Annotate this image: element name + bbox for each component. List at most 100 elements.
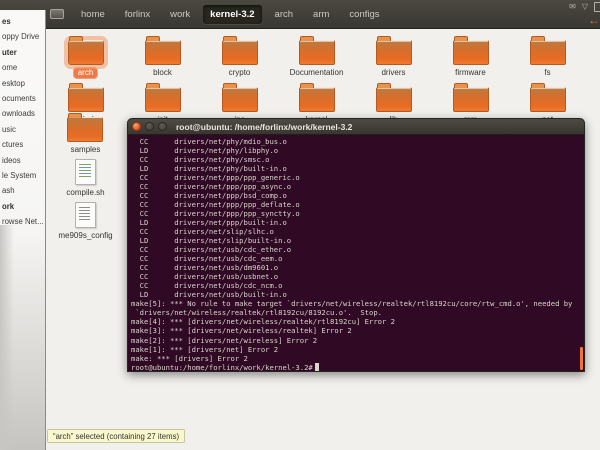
terminal-output-line: make[3]: *** [drivers/net/wireless/realt…	[131, 326, 352, 336]
sidebar-item[interactable]: ideos	[0, 153, 45, 168]
file-item[interactable]: compile.sh	[62, 157, 108, 198]
breadcrumb-item[interactable]: arch	[268, 5, 300, 24]
folder-label: block	[153, 68, 172, 77]
places-sidebar: es oppy Drive uter ome esktop ocuments ownload…	[0, 10, 46, 450]
terminal-output-line: CC drivers/net/phy/mdio_bus.o	[131, 136, 287, 146]
breadcrumb-item[interactable]: configs	[342, 5, 386, 24]
terminal-prompt: root@ubuntu:/home/forlinx/work/kernel-3.…	[131, 362, 313, 372]
terminal-output-line: CC drivers/net/ppp/bsd_comp.o	[131, 190, 287, 200]
terminal-output-line: CC drivers/net/ppp/ppp_deflate.o	[131, 199, 300, 209]
minimize-button[interactable]	[145, 122, 154, 131]
terminal-titlebar[interactable]: root@ubuntu: /home/forlinx/work/kernel-3…	[127, 118, 585, 135]
file-label: me909s_config	[58, 231, 113, 240]
file-label: compile.sh	[66, 188, 105, 197]
folder-icon	[452, 36, 489, 65]
folder-item[interactable]: crypto	[201, 35, 278, 82]
terminal-output-line: CC drivers/net/usb/cdc_ncm.o	[131, 281, 283, 291]
folder-item[interactable]: block	[124, 35, 201, 82]
folder-icon	[375, 83, 412, 112]
terminal-output-line: LD drivers/net/phy/libphy.o	[131, 145, 279, 155]
terminal-output-line: make[4]: *** [drivers/net/wireless/realt…	[131, 317, 395, 327]
path-toolbar: home forlinx work kernel-3.2 arch arm configs …	[0, 0, 600, 29]
sidebar-item[interactable]: rowse Net...	[0, 214, 45, 229]
file-item[interactable]: me909s_config	[54, 200, 116, 241]
terminal-output-line: CC drivers/net/usb/cdc_ether.o	[131, 245, 292, 255]
terminal-prompt-line: root@ubuntu:/home/forlinx/work/kernel-3.…	[131, 362, 584, 372]
terminal-cursor	[314, 363, 320, 371]
terminal-output-line: CC drivers/net/ppp/ppp_synctty.o	[131, 208, 300, 218]
sidebar-item[interactable]: ome	[0, 60, 45, 75]
terminal-output-line: CC drivers/net/ppp/ppp_async.o	[131, 181, 292, 191]
folder-label: crypto	[228, 68, 251, 77]
terminal-output-line: CC drivers/net/phy/smsc.o	[131, 154, 270, 164]
maximize-button[interactable]	[158, 122, 167, 131]
terminal-output[interactable]: CC drivers/net/phy/mdio_bus.o LD drivers…	[127, 135, 585, 372]
folder-icon	[529, 83, 566, 112]
terminal-output-line: make[1]: *** [drivers/net] Error 2	[131, 344, 279, 354]
file-icon	[75, 159, 96, 185]
folder-icon	[529, 36, 566, 65]
edge-icon[interactable]	[594, 2, 600, 12]
terminal-output-line: CC drivers/net/slip/slhc.o	[131, 226, 274, 236]
file-label: samples	[70, 145, 101, 154]
sidebar-item[interactable]: uter	[0, 45, 45, 60]
terminal-window: root@ubuntu: /home/forlinx/work/kernel-3…	[127, 118, 585, 372]
folder-label: Documentation	[289, 68, 344, 77]
breadcrumb-item[interactable]: work	[163, 5, 197, 24]
folder-icon	[298, 36, 335, 65]
breadcrumb-item[interactable]: forlinx	[118, 5, 157, 24]
folder-icon	[452, 83, 489, 112]
folder-item[interactable]: Documentation	[278, 35, 355, 82]
terminal-output-line: LD drivers/net/slip/built-in.o	[131, 236, 292, 246]
close-button[interactable]	[132, 122, 141, 131]
terminal-output-line: CC drivers/net/ppp/ppp_generic.o	[131, 172, 300, 182]
selection-status-tooltip: “arch” selected (containing 27 items)	[47, 429, 186, 443]
sidebar-item[interactable]: es	[0, 14, 45, 29]
file-icon	[67, 113, 104, 142]
terminal-output-line: make[2]: *** [drivers/net/wireless] Erro…	[131, 335, 318, 345]
file-icon-view: arch block crypto Documentation drivers …	[47, 28, 600, 129]
folder-item[interactable]: fs	[509, 35, 586, 82]
folder-label: firmware	[455, 68, 486, 77]
file-icon	[74, 202, 96, 228]
sidebar-item[interactable]: ash	[0, 183, 45, 198]
folder-icon	[221, 83, 258, 112]
folder-item[interactable]: firmware	[432, 35, 509, 82]
mail-icon[interactable]: ✉	[569, 3, 576, 11]
chevron-down-icon[interactable]: ▽	[582, 3, 588, 11]
terminal-output-line: CC drivers/net/usb/cdc_eem.o	[131, 254, 283, 264]
file-icon-view-left-column: samples compile.sh me909s_config	[47, 112, 124, 243]
terminal-title: root@ubuntu: /home/forlinx/work/kernel-3…	[176, 121, 353, 132]
terminal-output-line: LD drivers/net/usb/built-in.o	[131, 290, 287, 300]
topbar-right-icons: ✉ ▽	[569, 2, 600, 12]
terminal-output-line: `drivers/net/wireless/realtek/rtl8192cu/…	[131, 308, 382, 318]
sidebar-item[interactable]: ownloads	[0, 106, 45, 121]
folder-label: arch	[73, 68, 98, 78]
breadcrumb-item[interactable]: kernel-3.2	[203, 4, 262, 24]
terminal-scrollbar-thumb[interactable]	[580, 347, 583, 370]
terminal-output-line: CC drivers/net/usb/usbnet.o	[131, 272, 279, 282]
folder-icon	[144, 83, 181, 112]
folder-icon	[67, 83, 104, 112]
sidebar-item[interactable]: le System	[0, 168, 45, 183]
terminal-output-line: LD drivers/net/ppp/built-in.o	[131, 217, 287, 227]
terminal-output-line: CC drivers/net/usb/dm9601.o	[131, 263, 279, 273]
folder-icon	[375, 36, 412, 65]
sidebar-item[interactable]: usic	[0, 122, 45, 137]
back-arrow-icon[interactable]: ←	[588, 14, 600, 26]
sidebar-item[interactable]: oppy Drive	[0, 29, 45, 44]
terminal-output-line: make[5]: *** No rule to make target `dri…	[131, 299, 573, 309]
file-item[interactable]: samples	[67, 112, 105, 155]
breadcrumb-item[interactable]: arm	[306, 5, 336, 24]
sidebar-item[interactable]: ork	[0, 199, 45, 214]
folder-icon	[67, 36, 104, 65]
breadcrumb-item[interactable]: home	[74, 5, 112, 24]
sidebar-item[interactable]: ctures	[0, 137, 45, 152]
computer-icon[interactable]	[50, 9, 64, 19]
folder-item[interactable]: arch	[47, 35, 124, 82]
folder-label: fs	[544, 68, 551, 77]
terminal-output-line: make: *** [drivers] Error 2	[131, 353, 248, 363]
sidebar-item[interactable]: ocuments	[0, 91, 45, 106]
sidebar-item[interactable]: esktop	[0, 76, 45, 91]
folder-item[interactable]: drivers	[355, 35, 432, 82]
